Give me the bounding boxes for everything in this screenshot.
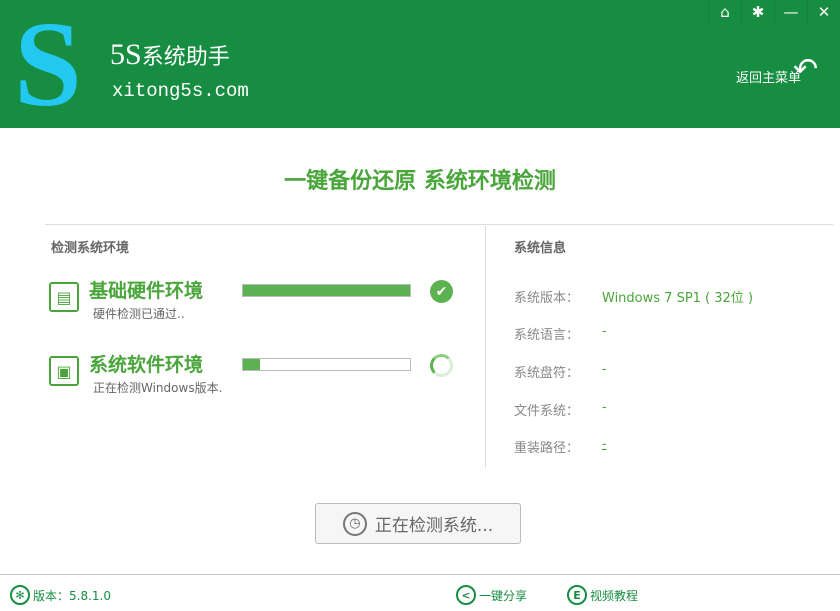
logo-icon: ✻ [10,585,30,605]
brand-name: 5S系统助手 [110,38,230,72]
version-info: ✻ 版本：5.8.1.0 [10,585,111,605]
minimize-icon[interactable]: — [774,0,807,24]
info-label: 重装路径： [514,441,580,456]
share-button[interactable]: < 一键分享 [456,585,527,605]
gear-icon[interactable]: ✱ [741,0,774,24]
progress-fill [243,285,410,296]
progress-fill [243,359,260,370]
info-value: Windows 7 SP1 ( 32位 ) [602,291,754,306]
software-icon: ▣ [49,356,79,386]
info-value: - [602,324,607,339]
vertical-divider [485,226,486,468]
page-title: 一键备份还原 系统环境检测 [284,169,556,194]
software-progress [242,358,411,371]
info-label: 系统版本： [514,291,580,306]
share-label: 一键分享 [479,588,528,603]
info-value: - [602,362,607,377]
video-icon: E [567,585,587,605]
info-label: 系统盘符： [514,366,580,381]
hardware-status: 硬件检测已通过.. [93,307,185,321]
check-icon: ✔ [430,280,453,303]
home-icon[interactable]: ⌂ [708,0,741,24]
back-to-main-menu-button[interactable]: 返回主菜单 ↶ [736,52,818,87]
hardware-icon: ▤ [49,282,79,312]
detecting-button[interactable]: ◷ 正在检测系统... [315,503,521,544]
domain: xitong5s.com [112,80,249,102]
divider [45,224,833,225]
detect-heading: 检测系统环境 [51,241,130,256]
logo: S [14,0,82,132]
video-label: 视频教程 [590,588,639,603]
back-arrow-icon: ↶ [793,52,819,87]
footer: ✻ 版本：5.8.1.0 < 一键分享 E 视频教程 [0,574,840,611]
software-status: 正在检测Windows版本. [93,381,223,395]
loading-spinner-icon [430,354,453,377]
back-label: 返回主菜单 [736,71,802,86]
version-text: 版本：5.8.1.0 [33,588,111,603]
button-label: 正在检测系统... [374,516,494,536]
software-title: 系统软件环境 [89,354,204,376]
clock-icon: ◷ [342,511,367,536]
reinstall-path-link[interactable]: - [602,437,607,452]
brand-cn: 系统助手 [141,44,230,69]
brand-5s: 5S [110,38,142,71]
video-tutorial-button[interactable]: E 视频教程 [567,585,638,605]
hardware-title: 基础硬件环境 [89,280,204,302]
sysinfo-heading: 系统信息 [514,241,567,256]
share-icon: < [456,585,476,605]
header: S 5S系统助手 xitong5s.com ⌂ ✱ — ✕ 返回主菜单 ↶ [0,0,840,128]
info-label: 系统语言： [514,328,580,343]
info-value: - [602,400,607,415]
info-label: 文件系统： [514,404,580,419]
close-icon[interactable]: ✕ [807,0,840,24]
hardware-progress [242,284,411,297]
